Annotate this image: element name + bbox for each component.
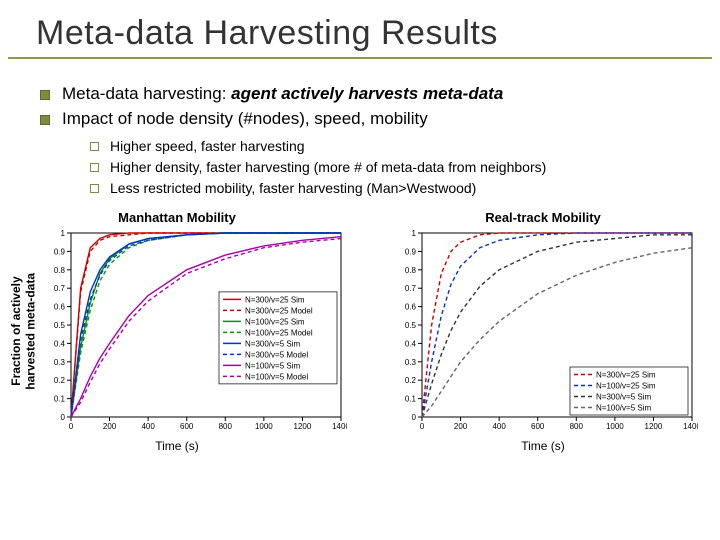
svg-text:1: 1 xyxy=(412,229,417,238)
svg-text:N=300/v=5 Sim: N=300/v=5 Sim xyxy=(245,339,300,348)
bullet-1-emph: agent actively harvests meta-data xyxy=(231,84,503,103)
chart-left-col: Manhattan Mobility Fraction of activelyh… xyxy=(10,210,344,453)
svg-text:1400: 1400 xyxy=(683,422,698,431)
svg-text:N=100/v=5 Sim: N=100/v=5 Sim xyxy=(245,361,300,370)
subbullet-mobility: Less restricted mobility, faster harvest… xyxy=(90,179,704,198)
svg-text:N=100/v=5 Sim: N=100/v=5 Sim xyxy=(596,403,651,412)
charts-row: Manhattan Mobility Fraction of activelyh… xyxy=(10,210,710,453)
svg-text:0.3: 0.3 xyxy=(54,357,66,366)
svg-text:400: 400 xyxy=(492,422,506,431)
svg-text:0: 0 xyxy=(69,422,74,431)
svg-text:N=300/v=25 Sim: N=300/v=25 Sim xyxy=(245,295,305,304)
svg-text:0.8: 0.8 xyxy=(405,265,417,274)
svg-text:0: 0 xyxy=(420,422,425,431)
svg-text:200: 200 xyxy=(103,422,117,431)
x-axis-label-right: Time (s) xyxy=(521,439,565,453)
svg-text:N=300/v=5 Sim: N=300/v=5 Sim xyxy=(596,392,651,401)
svg-text:N=300/v=25 Sim: N=300/v=25 Sim xyxy=(596,370,656,379)
chart-right-col: Real-track Mobility 0 200 400 600 800 1000 120… xyxy=(376,210,710,453)
svg-text:0.9: 0.9 xyxy=(54,247,66,256)
svg-text:800: 800 xyxy=(570,422,584,431)
slide-title: Meta-data Harvesting Results xyxy=(0,0,720,57)
svg-text:0.2: 0.2 xyxy=(405,376,417,385)
svg-text:0.4: 0.4 xyxy=(54,339,66,348)
svg-text:600: 600 xyxy=(180,422,194,431)
svg-text:N=300/v=5 Model: N=300/v=5 Model xyxy=(245,350,308,359)
svg-text:0.2: 0.2 xyxy=(54,376,66,385)
svg-text:N=100/v=25 Sim: N=100/v=25 Sim xyxy=(245,317,305,326)
svg-text:1200: 1200 xyxy=(294,422,312,431)
svg-text:0.8: 0.8 xyxy=(54,265,66,274)
body-content: Meta-data harvesting: agent actively har… xyxy=(0,59,720,198)
svg-text:0.1: 0.1 xyxy=(405,394,417,403)
chart-left-title: Manhattan Mobility xyxy=(118,210,236,225)
slide: Meta-data Harvesting Results Meta-data h… xyxy=(0,0,720,540)
svg-text:400: 400 xyxy=(142,422,156,431)
svg-text:0.9: 0.9 xyxy=(405,247,417,256)
svg-text:0.7: 0.7 xyxy=(405,284,417,293)
svg-text:1000: 1000 xyxy=(255,422,273,431)
y-axis-label-left: Fraction of activelyharvested meta-data xyxy=(7,273,38,390)
svg-text:0.7: 0.7 xyxy=(54,284,66,293)
svg-text:0.5: 0.5 xyxy=(405,321,417,330)
svg-text:800: 800 xyxy=(219,422,233,431)
svg-text:0.1: 0.1 xyxy=(54,394,66,403)
svg-text:0.6: 0.6 xyxy=(54,302,66,311)
chart-right-title: Real-track Mobility xyxy=(485,210,601,225)
svg-text:N=300/v=25 Model: N=300/v=25 Model xyxy=(245,306,313,315)
bullet-1-lead: Meta-data harvesting: xyxy=(62,84,231,103)
svg-text:N=100/v=25 Model: N=100/v=25 Model xyxy=(245,328,313,337)
svg-text:0.6: 0.6 xyxy=(405,302,417,311)
svg-text:0.5: 0.5 xyxy=(54,321,66,330)
bullet-2-text: Impact of node density (#nodes), speed, … xyxy=(62,109,428,128)
svg-text:200: 200 xyxy=(454,422,468,431)
x-axis-label-left: Time (s) xyxy=(155,439,199,453)
svg-text:0.3: 0.3 xyxy=(405,357,417,366)
chart-realtrack: 0 200 400 600 800 1000 1200 1400 0 0.1 0.2 0.3 0.4 0.… xyxy=(388,227,698,437)
svg-text:N=100/v=5 Model: N=100/v=5 Model xyxy=(245,372,308,381)
svg-text:1200: 1200 xyxy=(645,422,663,431)
svg-text:0: 0 xyxy=(61,413,66,422)
bullet-impact: Impact of node density (#nodes), speed, … xyxy=(40,108,704,198)
svg-text:0: 0 xyxy=(412,413,417,422)
svg-text:600: 600 xyxy=(531,422,545,431)
subbullet-density: Higher density, faster harvesting (more … xyxy=(90,158,704,177)
subbullet-speed: Higher speed, faster harvesting xyxy=(90,137,704,156)
chart-manhattan: 0 200 400 600 800 1000 1200 1400 0 0.1 0.2 0.3 0.4 0.… xyxy=(37,227,347,437)
svg-text:N=100/v=25 Sim: N=100/v=25 Sim xyxy=(596,381,656,390)
svg-text:1: 1 xyxy=(61,229,66,238)
svg-text:1400: 1400 xyxy=(332,422,347,431)
bullet-harvesting: Meta-data harvesting: agent actively har… xyxy=(40,83,704,106)
svg-text:0.4: 0.4 xyxy=(405,339,417,348)
svg-text:1000: 1000 xyxy=(606,422,624,431)
